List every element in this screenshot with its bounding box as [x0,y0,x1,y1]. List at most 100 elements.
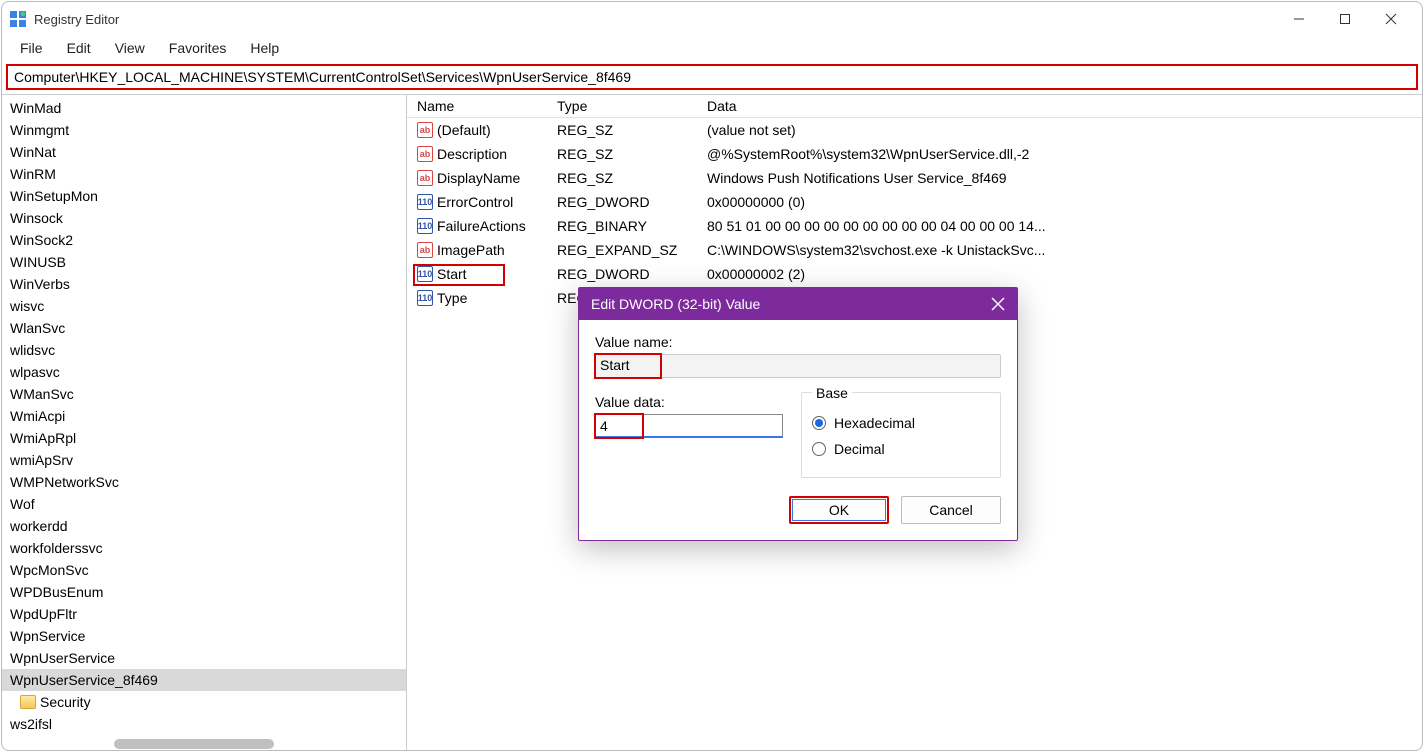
value-type: REG_SZ [557,122,707,138]
tree-item-label: WMPNetworkSvc [10,474,119,490]
value-type: REG_BINARY [557,218,707,234]
tree-item[interactable]: wlidsvc [2,339,406,361]
ok-button[interactable]: OK [789,496,889,524]
tree-item[interactable]: WmiAcpi [2,405,406,427]
menu-favorites[interactable]: Favorites [159,38,237,58]
col-header-type[interactable]: Type [557,98,707,114]
close-button[interactable] [1368,4,1414,34]
value-row[interactable]: 110StartREG_DWORD0x00000002 (2) [407,262,1422,286]
binary-value-icon: 110 [417,194,433,210]
tree-item[interactable]: WpnUserService_8f469 [2,669,406,691]
tree-item-label: Wof [10,496,35,512]
tree-item[interactable]: Winsock [2,207,406,229]
tree-item[interactable]: ws2ifsl [2,713,406,735]
maximize-button[interactable] [1322,4,1368,34]
address-bar[interactable]: Computer\HKEY_LOCAL_MACHINE\SYSTEM\Curre… [6,64,1418,90]
dialog-close-button[interactable] [991,297,1005,311]
tree-item[interactable]: WMPNetworkSvc [2,471,406,493]
menu-edit[interactable]: Edit [57,38,101,58]
edit-dword-dialog: Edit DWORD (32-bit) Value Value name: St… [578,287,1018,541]
value-type: REG_EXPAND_SZ [557,242,707,258]
tree-item[interactable]: wisvc [2,295,406,317]
string-value-icon: ab [417,170,433,186]
string-value-icon: ab [417,122,433,138]
tree-item-label: wmiApSrv [10,452,73,468]
tree-item[interactable]: Winmgmt [2,119,406,141]
tree-item[interactable]: WINUSB [2,251,406,273]
value-row[interactable]: ab(Default)REG_SZ(value not set) [407,118,1422,142]
value-data: Windows Push Notifications User Service_… [707,170,1422,186]
tree-item-label: WinSetupMon [10,188,98,204]
value-row[interactable]: 110ErrorControlREG_DWORD0x00000000 (0) [407,190,1422,214]
menu-view[interactable]: View [105,38,155,58]
tree-item-label: wlidsvc [10,342,55,358]
radio-decimal[interactable]: Decimal [812,441,990,457]
tree-item-label: ws2ifsl [10,716,52,732]
value-name-label: Value name: [595,334,1001,350]
tree-item[interactable]: workfolderssvc [2,537,406,559]
tree-item[interactable]: WinSetupMon [2,185,406,207]
radio-dec-label: Decimal [834,441,885,457]
tree-item[interactable]: WinNat [2,141,406,163]
tree-item[interactable]: wlpasvc [2,361,406,383]
string-value-icon: ab [417,242,433,258]
binary-value-icon: 110 [417,266,433,282]
tree-item[interactable]: WpdUpFltr [2,603,406,625]
menubar: File Edit View Favorites Help [2,36,1422,64]
value-type: REG_SZ [557,146,707,162]
tree-item[interactable]: WPDBusEnum [2,581,406,603]
radio-hex-label: Hexadecimal [834,415,915,431]
tree-item[interactable]: WpnService [2,625,406,647]
value-data: C:\WINDOWS\system32\svchost.exe -k Unist… [707,242,1422,258]
value-row[interactable]: 110FailureActionsREG_BINARY80 51 01 00 0… [407,214,1422,238]
tree-item-label: WManSvc [10,386,74,402]
tree-item[interactable]: WinRM [2,163,406,185]
tree-item-label: WpnUserService_8f469 [10,672,158,688]
radio-hexadecimal[interactable]: Hexadecimal [812,415,990,431]
base-legend: Base [812,385,852,401]
value-row[interactable]: abDisplayNameREG_SZWindows Push Notifica… [407,166,1422,190]
cancel-button[interactable]: Cancel [901,496,1001,524]
tree-item[interactable]: WmiApRpl [2,427,406,449]
menu-help[interactable]: Help [240,38,289,58]
tree-item-label: WINUSB [10,254,66,270]
tree-pane[interactable]: WinMad Winmgmt WinNat WinRM WinSetupMon Winso… [2,95,407,750]
values-header: Name Type Data [407,95,1422,118]
tree-item[interactable]: WlanSvc [2,317,406,339]
value-row[interactable]: abImagePathREG_EXPAND_SZC:\WINDOWS\syste… [407,238,1422,262]
tree-item-label: WpnUserService [10,650,115,666]
tree-item-label: Winmgmt [10,122,69,138]
app-icon [10,11,26,27]
tree-item[interactable]: WpnUserService [2,647,406,669]
tree-item[interactable]: WManSvc [2,383,406,405]
value-name: FailureActions [437,218,526,234]
radio-dec-icon [812,442,826,456]
tree-item-label: WinNat [10,144,56,160]
value-data-input[interactable] [595,414,783,438]
folder-icon [20,695,36,709]
dialog-body: Value name: Start Value data: Base Hexad… [579,320,1017,540]
tree-item[interactable]: WpcMonSvc [2,559,406,581]
tree-item[interactable]: Wof [2,493,406,515]
col-header-data[interactable]: Data [707,98,1422,114]
tree-item[interactable]: WinMad [2,97,406,119]
value-name-text: Start [600,357,630,373]
tree-item[interactable]: wmiApSrv [2,449,406,471]
value-name: Description [437,146,507,162]
col-header-name[interactable]: Name [407,98,557,114]
value-data: @%SystemRoot%\system32\WpnUserService.dl… [707,146,1422,162]
tree-item[interactable]: WinSock2 [2,229,406,251]
horizontal-scrollbar-thumb[interactable] [114,739,274,749]
tree-item-label: WinSock2 [10,232,73,248]
menu-file[interactable]: File [10,38,53,58]
tree-item[interactable]: workerdd [2,515,406,537]
string-value-icon: ab [417,146,433,162]
tree-item-label: Winsock [10,210,63,226]
tree-item[interactable]: WinVerbs [2,273,406,295]
minimize-button[interactable] [1276,4,1322,34]
tree-item[interactable]: Security [2,691,406,713]
tree-item-label: WpcMonSvc [10,562,89,578]
value-name: ErrorControl [437,194,513,210]
binary-value-icon: 110 [417,218,433,234]
value-row[interactable]: abDescription REG_SZ@%SystemRoot%\system3… [407,142,1422,166]
